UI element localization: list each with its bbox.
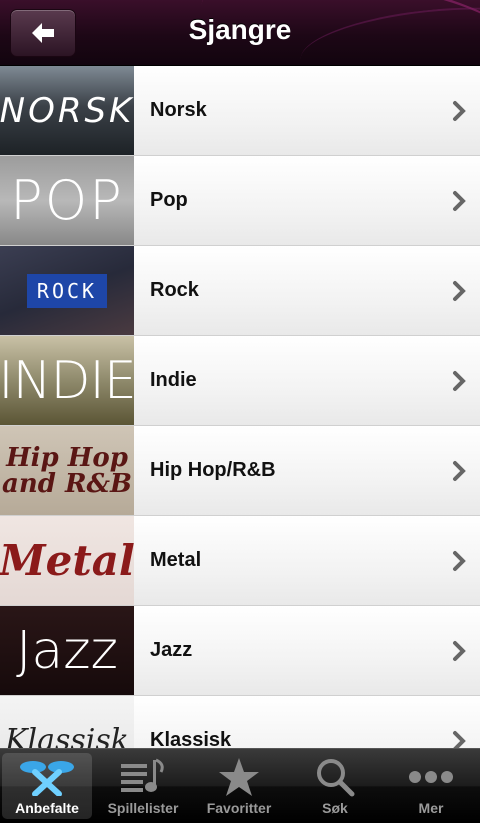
search-icon xyxy=(317,759,355,797)
genre-label: Klassisk xyxy=(150,729,232,748)
tab-sok[interactable]: Søk xyxy=(290,753,380,819)
tab-label: Favoritter xyxy=(206,800,272,816)
star-icon xyxy=(219,758,259,796)
tab-label: Søk xyxy=(322,800,348,816)
chevron-right-icon xyxy=(453,191,466,211)
tab-spillelister[interactable]: Spillelister xyxy=(98,753,188,819)
tab-label: Spillelister xyxy=(107,800,179,816)
chevron-right-icon xyxy=(453,371,466,391)
thumbnail-text: Hip Hop and R&B xyxy=(1,442,133,499)
chevron-right-icon xyxy=(453,551,466,571)
thumbnail-text: Klassisk xyxy=(5,723,129,748)
more-icon xyxy=(409,771,453,783)
genre-label: Hip Hop/R&B xyxy=(150,459,276,481)
tab-bar: Anbefalte Spillelister Favoritter Søk Me… xyxy=(0,748,480,823)
genre-label: Norsk xyxy=(150,99,207,121)
genre-thumbnail: Hip Hop and R&B xyxy=(0,426,134,515)
genre-thumbnail: Jazz xyxy=(0,606,134,695)
genre-label: Rock xyxy=(150,279,199,301)
genre-thumbnail: POP xyxy=(0,156,134,245)
tab-favoritter[interactable]: Favoritter xyxy=(194,753,284,819)
genre-thumbnail: INDIE xyxy=(0,336,134,425)
tab-label: Anbefalte xyxy=(15,800,79,816)
tab-label: Mer xyxy=(418,800,444,816)
thumbnail-text: Jazz xyxy=(16,620,118,681)
thumbnail-text: ROCK xyxy=(26,273,108,308)
genre-row-norsk[interactable]: NORSK Norsk xyxy=(0,66,480,156)
genre-row-hiphop[interactable]: Hip Hop and R&B Hip Hop/R&B xyxy=(0,426,480,516)
genre-thumbnail: Klassisk xyxy=(0,696,134,748)
genre-label: Jazz xyxy=(150,639,193,661)
chevron-right-icon xyxy=(453,101,466,121)
genre-row-jazz[interactable]: Jazz Jazz xyxy=(0,606,480,696)
nav-bar: Sjangre xyxy=(0,0,480,66)
chevron-right-icon xyxy=(453,461,466,481)
genre-label: Metal xyxy=(150,549,202,571)
tab-mer[interactable]: Mer xyxy=(386,753,476,819)
thumbnail-text: INDIE xyxy=(0,350,134,411)
genre-thumbnail: ROCK xyxy=(0,246,134,335)
genre-row-metal[interactable]: Metal Metal xyxy=(0,516,480,606)
thumbnail-text: NORSK xyxy=(0,90,134,131)
tab-anbefalte[interactable]: Anbefalte xyxy=(2,753,92,819)
genre-label: Indie xyxy=(150,369,197,391)
genre-list[interactable]: NORSK Norsk POP Pop ROCK Rock INDIE Indi… xyxy=(0,66,480,748)
chevron-right-icon xyxy=(453,731,466,748)
chevron-right-icon xyxy=(453,641,466,661)
page-title: Sjangre xyxy=(188,14,292,45)
genre-row-pop[interactable]: POP Pop xyxy=(0,156,480,246)
genre-thumbnail: NORSK xyxy=(0,66,134,155)
genre-row-rock[interactable]: ROCK Rock xyxy=(0,246,480,336)
recommended-icon xyxy=(20,761,74,796)
genre-row-klassisk[interactable]: Klassisk Klassisk xyxy=(0,696,480,748)
thumbnail-text: POP xyxy=(10,169,124,232)
playlist-icon xyxy=(121,758,164,792)
thumbnail-text: Metal xyxy=(0,536,134,585)
genre-thumbnail: Metal xyxy=(0,516,134,605)
genre-row-indie[interactable]: INDIE Indie xyxy=(0,336,480,426)
genre-label: Pop xyxy=(150,189,188,211)
chevron-right-icon xyxy=(453,281,466,301)
